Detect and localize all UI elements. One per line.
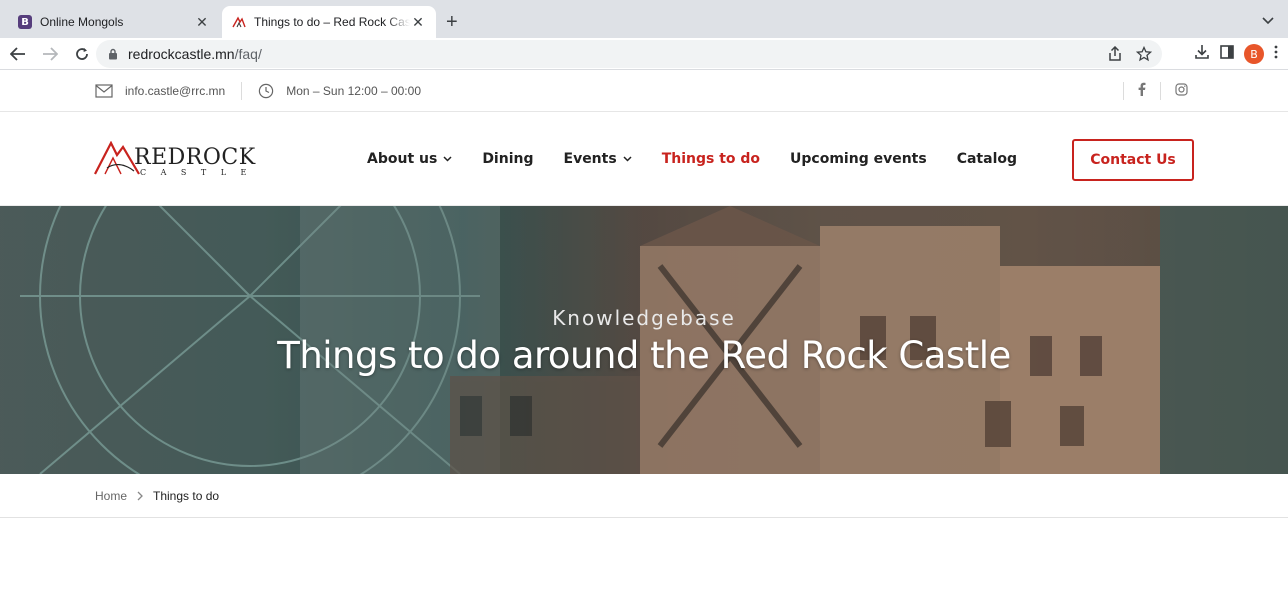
hero-kicker: Knowledgebase — [552, 306, 736, 330]
reload-icon[interactable] — [68, 40, 96, 68]
chevron-down-icon — [443, 156, 452, 162]
site-topbar: info.castle@rrc.mn Mon – Sun 12:00 – 00:… — [0, 70, 1288, 112]
kebab-menu-icon[interactable] — [1274, 45, 1278, 64]
tab-title: Online Mongols — [40, 15, 124, 29]
nav-catalog[interactable]: Catalog — [957, 151, 1017, 167]
browser-tab-strip: B Online Mongols ✕ Things to do – Red Ro… — [0, 0, 1288, 38]
nav-upcoming-events[interactable]: Upcoming events — [790, 151, 927, 167]
share-icon[interactable] — [1108, 45, 1122, 65]
main-nav: About us Dining Events Things to do Upco… — [367, 112, 1047, 206]
site-header: REDROCK CASTLE About us Dining Events Th… — [0, 112, 1288, 206]
address-bar[interactable]: redrockcastle.mn/faq/ — [96, 40, 1162, 68]
envelope-icon — [95, 83, 113, 98]
nav-label: Events — [563, 151, 617, 167]
chevron-down-icon — [623, 156, 632, 162]
instagram-icon[interactable] — [1175, 82, 1188, 99]
bootstrap-b-icon: B — [18, 15, 32, 29]
nav-label: About us — [367, 151, 438, 167]
nav-things-to-do[interactable]: Things to do — [662, 151, 760, 167]
browser-toolbar: redrockcastle.mn/faq/ B — [0, 38, 1288, 70]
close-tab-icon[interactable]: ✕ — [194, 14, 210, 30]
nav-about-us[interactable]: About us — [367, 151, 452, 167]
side-panel-icon[interactable] — [1220, 44, 1234, 64]
nav-label: Upcoming events — [790, 151, 927, 167]
profile-avatar[interactable]: B — [1244, 44, 1264, 64]
email-text: info.castle@rrc.mn — [125, 83, 226, 98]
contact-us-button[interactable]: Contact Us — [1072, 139, 1194, 181]
hero-banner: Knowledgebase Things to do around the Re… — [0, 206, 1288, 474]
breadcrumb-current: Things to do — [153, 488, 220, 503]
nav-label: Catalog — [956, 151, 1018, 167]
url-path: /faq/ — [234, 46, 262, 62]
divider — [1160, 81, 1161, 100]
breadcrumb-home[interactable]: Home — [95, 489, 127, 503]
clock-icon — [258, 83, 274, 99]
nav-label: Things to do — [661, 151, 761, 167]
facebook-icon[interactable] — [1138, 82, 1146, 99]
hours-text: Mon – Sun 12:00 – 00:00 — [286, 83, 421, 98]
tab-search-chevron-icon[interactable] — [1262, 12, 1274, 30]
redrock-castle-logo[interactable]: REDROCK CASTLE — [94, 141, 255, 179]
back-arrow-icon[interactable] — [4, 40, 32, 68]
chevron-right-icon — [137, 491, 143, 501]
url-host: redrockcastle.mn — [128, 46, 235, 62]
close-tab-icon[interactable]: ✕ — [410, 14, 426, 30]
redrock-logo-icon — [232, 15, 246, 29]
browser-tab-online-mongols[interactable]: B Online Mongols ✕ — [8, 6, 220, 38]
forward-arrow-icon[interactable] — [36, 40, 64, 68]
download-icon[interactable] — [1194, 44, 1210, 65]
logo-wordmark: REDROCK — [134, 145, 256, 170]
contact-email[interactable]: info.castle@rrc.mn — [95, 84, 225, 98]
opening-hours: Mon – Sun 12:00 – 00:00 — [258, 83, 421, 99]
lock-icon[interactable] — [108, 48, 118, 60]
nav-label: Dining — [482, 151, 534, 167]
nav-dining[interactable]: Dining — [482, 151, 533, 167]
breadcrumb: Home Things to do — [0, 474, 1288, 518]
logo-subtitle: CASTLE — [140, 168, 261, 177]
divider — [241, 81, 243, 100]
bookmark-star-icon[interactable] — [1135, 45, 1153, 65]
browser-tab-things-to-do[interactable]: Things to do – Red Rock Castle ✕ — [222, 6, 436, 38]
divider — [1123, 81, 1124, 100]
hero-title: Things to do around the Red Rock Castle — [277, 334, 1011, 377]
new-tab-plus-icon[interactable]: + — [446, 12, 458, 32]
nav-events[interactable]: Events — [564, 151, 632, 167]
tab-title: Things to do – Red Rock Castle — [254, 15, 410, 29]
